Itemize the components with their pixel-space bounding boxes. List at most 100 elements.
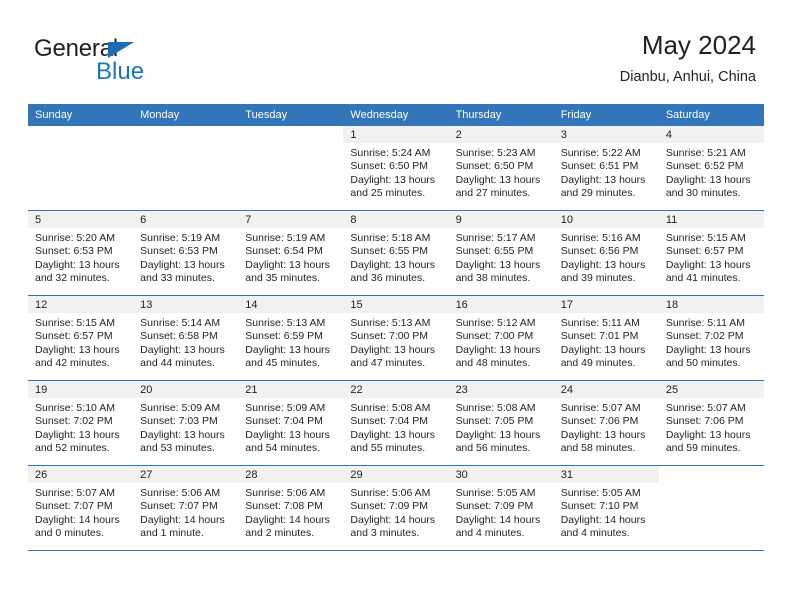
calendar-day-cell[interactable]: 21 Sunrise: 5:09 AM Sunset: 7:04 PM Dayligh… <box>238 380 344 466</box>
day-detail-daylight1: Daylight: 13 hours <box>560 428 646 441</box>
day-number: 20 <box>133 381 239 398</box>
day-detail-sunset: Sunset: 6:57 PM <box>665 245 744 258</box>
weekday-header-saturday: Saturday <box>658 104 764 126</box>
calendar-day-cell[interactable]: 17 Sunrise: 5:11 AM Sunset: 7:01 PM Dayligh… <box>553 295 659 381</box>
day-detail-sunset: Sunset: 6:53 PM <box>35 245 113 258</box>
day-detail-sunrise: Sunrise: 5:08 AM <box>350 402 431 414</box>
calendar-day-cell[interactable]: 1 Sunrise: 5:24 AM Sunset: 6:50 PM Daylight… <box>343 126 449 211</box>
day-number: 7 <box>238 211 344 228</box>
calendar-day-cell[interactable]: 24 Sunrise: 5:07 AM Sunset: 7:06 PM Dayligh… <box>553 380 659 466</box>
calendar-day-cell[interactable]: 29 Sunrise: 5:06 AM Sunset: 7:09 PM Dayligh… <box>343 465 449 551</box>
calendar-day-cell[interactable]: 13 Sunrise: 5:14 AM Sunset: 6:58 PM Dayligh… <box>133 295 239 381</box>
day-detail-daylight2: and 44 minutes. <box>140 357 215 370</box>
day-detail-daylight1: Daylight: 13 hours <box>560 258 646 271</box>
calendar-day-cell[interactable]: 23 Sunrise: 5:08 AM Sunset: 7:05 PM Dayligh… <box>448 380 554 466</box>
calendar-day-cell[interactable]: 4 Sunrise: 5:21 AM Sunset: 6:52 PM Daylight… <box>658 126 764 211</box>
day-detail-sunset: Sunset: 7:05 PM <box>455 415 534 428</box>
calendar-day-cell[interactable]: 25 Sunrise: 5:07 AM Sunset: 7:06 PM Dayligh… <box>658 380 764 466</box>
day-detail-daylight2: and 49 minutes. <box>560 357 636 370</box>
day-detail-sunrise: Sunrise: 5:05 AM <box>560 487 641 499</box>
calendar-day-cell[interactable]: 22 Sunrise: 5:08 AM Sunset: 7:04 PM Dayligh… <box>343 380 449 466</box>
page-subtitle-location: Dianbu, Anhui, China <box>619 69 756 85</box>
title-block: May 2024 Dianbu, Anhui, China <box>620 28 756 88</box>
calendar-day-cell[interactable]: 31 Sunrise: 5:05 AM Sunset: 7:10 PM Dayligh… <box>553 465 659 551</box>
day-cell-inner: 17 Sunrise: 5:11 AM Sunset: 7:01 PM Dayligh… <box>553 296 659 380</box>
day-details: Sunrise: 5:06 AM Sunset: 7:09 PM Daylight:… <box>343 483 448 541</box>
day-number: 1 <box>343 126 449 143</box>
calendar-day-cell[interactable]: 8 Sunrise: 5:18 AM Sunset: 6:55 PM Daylight… <box>343 210 449 296</box>
day-detail-daylight1: Daylight: 13 hours <box>665 343 751 356</box>
day-detail-daylight1: Daylight: 14 hours <box>35 513 120 526</box>
day-number: 28 <box>238 466 344 483</box>
day-detail-sunrise: Sunrise: 5:11 AM <box>665 317 746 329</box>
calendar-day-cell[interactable]: 18 Sunrise: 5:11 AM Sunset: 7:02 PM Dayligh… <box>658 295 764 381</box>
calendar-day-cell[interactable]: 27 Sunrise: 5:06 AM Sunset: 7:07 PM Dayligh… <box>133 465 239 551</box>
page-header: General Blue May 2024 Dianbu, Anhui, Chi… <box>28 28 764 98</box>
calendar-table: Sunday Monday Tuesday Wednesday Thursday Frid… <box>28 104 764 551</box>
weekday-header-sunday: Sunday <box>28 104 134 126</box>
day-number: 9 <box>448 211 554 228</box>
day-detail-sunset: Sunset: 6:58 PM <box>140 330 218 343</box>
calendar-day-cell[interactable]: 9 Sunrise: 5:17 AM Sunset: 6:55 PM Daylight… <box>448 210 554 296</box>
day-detail-daylight2: and 30 minutes. <box>665 187 741 200</box>
day-detail-sunset: Sunset: 7:06 PM <box>560 415 639 428</box>
calendar-day-cell[interactable]: 20 Sunrise: 5:09 AM Sunset: 7:03 PM Dayligh… <box>133 380 239 466</box>
calendar-day-cell[interactable]: 7 Sunrise: 5:19 AM Sunset: 6:54 PM Daylight… <box>238 210 344 296</box>
day-detail-daylight2: and 35 minutes. <box>245 272 320 285</box>
calendar-day-cell[interactable]: 19 Sunrise: 5:10 AM Sunset: 7:02 PM Dayligh… <box>28 380 134 466</box>
day-number: 15 <box>343 296 449 313</box>
day-detail-sunrise: Sunrise: 5:07 AM <box>665 402 746 414</box>
calendar-day-cell[interactable]: 6 Sunrise: 5:19 AM Sunset: 6:53 PM Daylight… <box>133 210 239 296</box>
day-detail-sunrise: Sunrise: 5:17 AM <box>455 232 536 244</box>
calendar-day-cell[interactable]: 14 Sunrise: 5:13 AM Sunset: 6:59 PM Dayligh… <box>238 295 344 381</box>
weekday-header-tuesday: Tuesday <box>238 104 344 126</box>
day-cell-inner: 1 Sunrise: 5:24 AM Sunset: 6:50 PM Daylight… <box>343 126 449 210</box>
day-detail-sunrise: Sunrise: 5:20 AM <box>35 232 115 244</box>
calendar-week-row: 19 Sunrise: 5:10 AM Sunset: 7:02 PM Dayligh… <box>28 380 764 466</box>
calendar-day-cell[interactable]: 12 Sunrise: 5:15 AM Sunset: 6:57 PM Dayligh… <box>28 295 134 381</box>
calendar-day-cell[interactable]: 3 Sunrise: 5:22 AM Sunset: 6:51 PM Daylight… <box>553 126 659 211</box>
day-detail-daylight1: Daylight: 13 hours <box>35 343 120 356</box>
day-cell-inner: 20 Sunrise: 5:09 AM Sunset: 7:03 PM Dayligh… <box>133 381 239 465</box>
weekday-header-thursday: Thursday <box>448 104 554 126</box>
calendar-day-cell[interactable]: 11 Sunrise: 5:15 AM Sunset: 6:57 PM Dayligh… <box>658 210 764 296</box>
day-cell-inner: 14 Sunrise: 5:13 AM Sunset: 6:59 PM Dayligh… <box>238 296 344 380</box>
day-details: Sunrise: 5:12 AM Sunset: 7:00 PM Daylight:… <box>449 313 554 371</box>
calendar-day-cell[interactable]: 2 Sunrise: 5:23 AM Sunset: 6:50 PM Daylight… <box>448 126 554 211</box>
day-cell-inner: 26 Sunrise: 5:07 AM Sunset: 7:07 PM Dayligh… <box>28 466 134 550</box>
day-detail-daylight1: Daylight: 13 hours <box>35 258 120 271</box>
day-cell-inner: 15 Sunrise: 5:13 AM Sunset: 7:00 PM Dayligh… <box>343 296 449 380</box>
day-number: 30 <box>448 466 554 483</box>
day-detail-sunset: Sunset: 6:55 PM <box>455 245 534 258</box>
calendar-day-cell[interactable]: 5 Sunrise: 5:20 AM Sunset: 6:53 PM Daylight… <box>28 210 134 296</box>
day-cell-inner: 10 Sunrise: 5:16 AM Sunset: 6:56 PM Dayligh… <box>553 211 659 295</box>
day-detail-sunrise: Sunrise: 5:07 AM <box>35 487 115 499</box>
day-detail-sunset: Sunset: 6:53 PM <box>140 245 218 258</box>
calendar-day-cell[interactable]: 28 Sunrise: 5:06 AM Sunset: 7:08 PM Dayligh… <box>238 465 344 551</box>
calendar-day-cell[interactable]: 16 Sunrise: 5:12 AM Sunset: 7:00 PM Dayligh… <box>448 295 554 381</box>
day-number: 19 <box>28 381 134 398</box>
day-detail-daylight2: and 53 minutes. <box>140 442 215 455</box>
day-number: 29 <box>343 466 449 483</box>
day-details: Sunrise: 5:06 AM Sunset: 7:08 PM Daylight:… <box>238 483 343 541</box>
calendar-day-cell[interactable]: 26 Sunrise: 5:07 AM Sunset: 7:07 PM Dayligh… <box>28 465 134 551</box>
general-blue-logo[interactable]: General Blue <box>34 36 214 92</box>
day-details: Sunrise: 5:06 AM Sunset: 7:07 PM Daylight:… <box>133 483 238 541</box>
day-details: Sunrise: 5:05 AM Sunset: 7:10 PM Daylight:… <box>554 483 659 541</box>
calendar-day-cell[interactable]: 30 Sunrise: 5:05 AM Sunset: 7:09 PM Dayligh… <box>448 465 554 551</box>
day-number: 31 <box>553 466 659 483</box>
day-detail-daylight2: and 39 minutes. <box>560 272 636 285</box>
day-cell-inner: 4 Sunrise: 5:21 AM Sunset: 6:52 PM Daylight… <box>658 126 764 210</box>
calendar-day-cell[interactable]: 15 Sunrise: 5:13 AM Sunset: 7:00 PM Dayligh… <box>343 295 449 381</box>
day-number: 14 <box>238 296 344 313</box>
day-detail-sunrise: Sunrise: 5:13 AM <box>245 317 326 329</box>
day-details: Sunrise: 5:13 AM Sunset: 6:59 PM Daylight:… <box>238 313 343 371</box>
day-detail-daylight1: Daylight: 13 hours <box>350 428 436 441</box>
day-detail-sunset: Sunset: 7:09 PM <box>350 500 429 513</box>
calendar-day-cell[interactable]: 10 Sunrise: 5:16 AM Sunset: 6:56 PM Dayligh… <box>553 210 659 296</box>
day-cell-inner: 6 Sunrise: 5:19 AM Sunset: 6:53 PM Daylight… <box>133 211 239 295</box>
weekday-header-monday: Monday <box>133 104 239 126</box>
day-number <box>28 126 133 143</box>
day-details: Sunrise: 5:20 AM Sunset: 6:53 PM Daylight:… <box>28 228 133 286</box>
day-detail-daylight1: Daylight: 13 hours <box>245 428 330 441</box>
